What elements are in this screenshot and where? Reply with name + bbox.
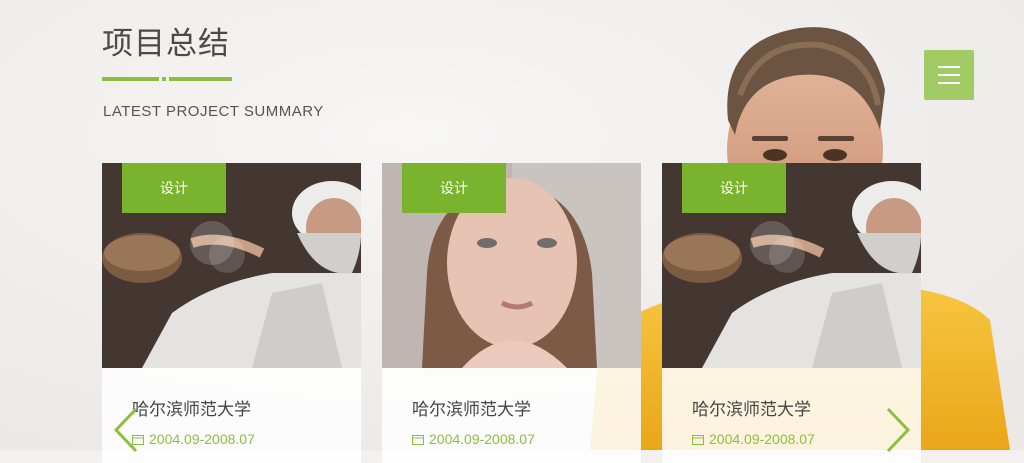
project-date: 2004.09-2008.07 [429, 431, 535, 447]
date-row: 2004.09-2008.07 [692, 431, 815, 447]
project-card[interactable]: 设计 哈尔滨师范大学 2004.09-2008.07 [662, 163, 921, 463]
project-title[interactable]: 哈尔滨师范大学 [132, 395, 251, 420]
date-row: 2004.09-2008.07 [412, 431, 535, 447]
hamburger-menu-icon [938, 66, 960, 68]
chevron-right-icon[interactable] [884, 405, 914, 455]
category-tag[interactable]: 设计 [402, 163, 506, 213]
title-underline [102, 77, 232, 81]
project-title[interactable]: 哈尔滨师范大学 [412, 395, 531, 420]
card-body: 哈尔滨师范大学 2004.09-2008.07 [102, 368, 361, 463]
chevron-left-icon[interactable] [110, 405, 140, 455]
calendar-icon [692, 434, 704, 445]
project-date: 2004.09-2008.07 [709, 431, 815, 447]
menu-button[interactable] [924, 50, 974, 100]
card-body: 哈尔滨师范大学 2004.09-2008.07 [662, 368, 921, 463]
section-subtitle: LATEST PROJECT SUMMARY [103, 103, 324, 120]
date-row: 2004.09-2008.07 [132, 431, 255, 447]
category-tag[interactable]: 设计 [682, 163, 786, 213]
project-title[interactable]: 哈尔滨师范大学 [692, 395, 811, 420]
card-body: 哈尔滨师范大学 2004.09-2008.07 [382, 368, 641, 463]
project-date: 2004.09-2008.07 [149, 431, 255, 447]
project-card[interactable]: 设计 哈尔滨师范大学 2004.09-2008.07 [102, 163, 361, 463]
project-card[interactable]: 设计 哈尔滨师范大学 2004.09-2008.07 [382, 163, 641, 463]
section-title: 项目总结 [102, 26, 230, 62]
calendar-icon [412, 434, 424, 445]
category-tag[interactable]: 设计 [122, 163, 226, 213]
